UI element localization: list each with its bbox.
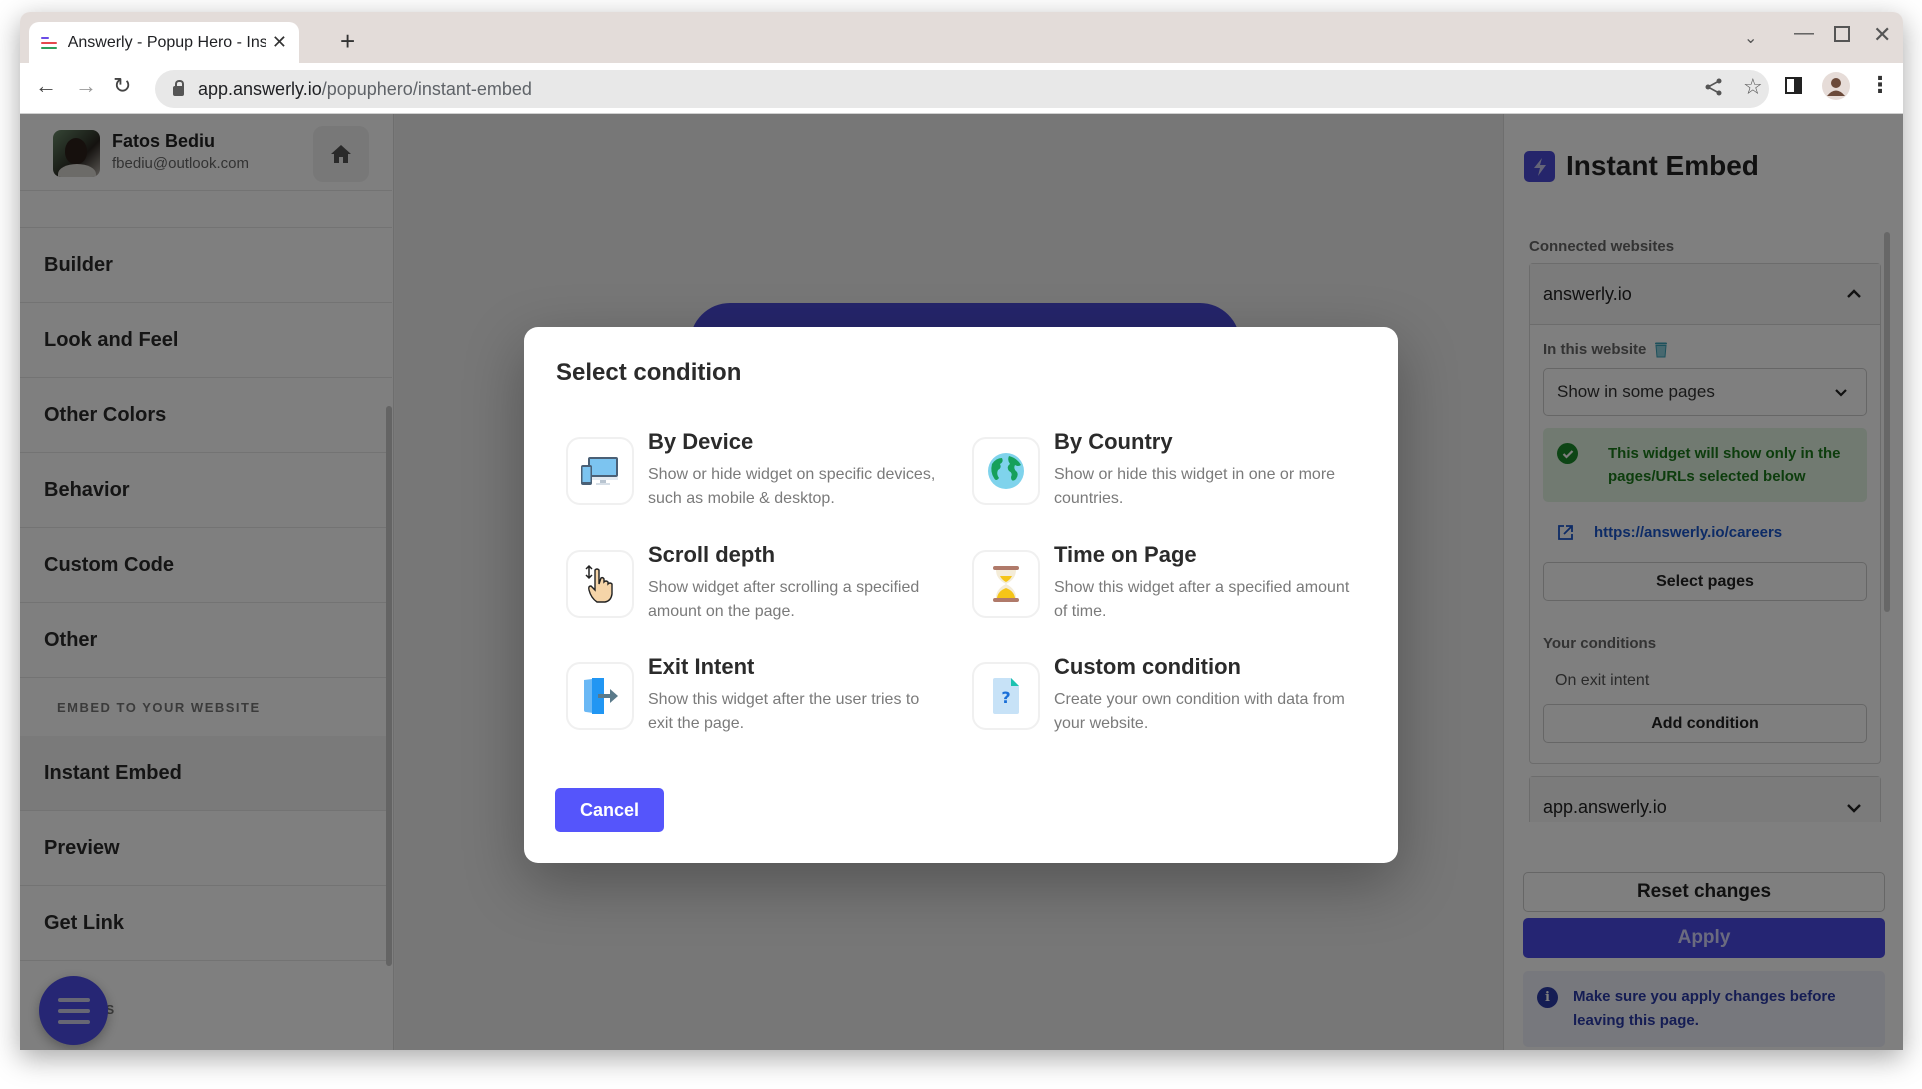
option-description: Create your own condition with data from… <box>1054 691 1345 732</box>
option-title: By Device <box>648 429 754 454</box>
url-text: app.answerly.io/popuphero/instant-embed <box>198 79 532 100</box>
condition-option-by-device[interactable]: By Device Show or hide widget on specifi… <box>554 429 954 519</box>
option-description: Show or hide widget on specific devices,… <box>648 466 936 507</box>
cancel-button[interactable]: Cancel <box>555 788 664 832</box>
hourglass-icon <box>972 550 1040 618</box>
answerly-favicon-icon <box>41 36 57 49</box>
option-description: Show or hide this widget in one or more … <box>1054 466 1336 507</box>
reload-icon[interactable]: ↻ <box>113 73 131 99</box>
scroll-hand-icon <box>566 550 634 618</box>
browser-window: Answerly - Popup Hero - Instant Embed ✕ … <box>20 12 1903 1050</box>
condition-option-time-on-page[interactable]: Time on Page Show this widget after a sp… <box>960 542 1360 632</box>
browser-menu-icon[interactable]: ⋮ <box>1869 72 1891 98</box>
devices-icon <box>566 437 634 505</box>
custom-doc-icon: ? <box>972 662 1040 730</box>
profile-avatar-icon[interactable] <box>1822 72 1850 100</box>
url-path: /popuphero/instant-embed <box>321 78 532 99</box>
condition-option-custom-condition[interactable]: ? Custom condition Create your own condi… <box>960 654 1360 744</box>
maximize-icon[interactable] <box>1834 26 1850 42</box>
bookmark-star-icon[interactable]: ☆ <box>1743 74 1763 100</box>
option-description: Show this widget after the user tries to… <box>648 691 920 732</box>
share-icon[interactable] <box>1705 78 1723 102</box>
option-title: Time on Page <box>1054 542 1197 567</box>
option-description: Show widget after scrolling a specified … <box>648 579 920 620</box>
condition-option-scroll-depth[interactable]: Scroll depth Show widget after scrolling… <box>554 542 954 632</box>
url-domain: app.answerly.io <box>198 78 322 99</box>
browser-toolbar: ← → ↻ app.answerly.io/popuphero/instant-… <box>20 63 1903 114</box>
minimize-icon[interactable]: — <box>1794 22 1814 45</box>
app-content: Fatos Bediu fbediu@outlook.com AI Conten… <box>20 114 1903 1050</box>
forward-icon[interactable]: → <box>75 73 97 99</box>
tab-title: Answerly - Popup Hero - Instant Embed <box>67 33 266 51</box>
select-condition-dialog: Select condition By Device Show or hide … <box>524 327 1398 863</box>
tab-strip: Answerly - Popup Hero - Instant Embed ✕ … <box>20 12 1903 63</box>
lock-icon <box>173 80 184 96</box>
condition-option-by-country[interactable]: By Country Show or hide this widget in o… <box>960 429 1360 519</box>
close-window-icon[interactable]: ✕ <box>1873 22 1891 48</box>
option-title: Scroll depth <box>648 542 776 567</box>
back-icon[interactable]: ← <box>35 73 57 99</box>
tab-search-chevron-icon[interactable]: ⌄ <box>1744 28 1757 48</box>
address-bar[interactable]: app.answerly.io/popuphero/instant-embed … <box>155 70 1769 108</box>
option-title: Exit Intent <box>648 654 755 679</box>
option-title: Custom condition <box>1054 654 1241 679</box>
close-tab-icon[interactable]: ✕ <box>272 32 287 53</box>
globe-icon <box>972 437 1040 505</box>
option-title: By Country <box>1054 429 1173 454</box>
new-tab-button[interactable]: + <box>340 26 355 57</box>
exit-door-icon <box>566 662 634 730</box>
dialog-title: Select condition <box>556 359 742 386</box>
condition-option-exit-intent[interactable]: Exit Intent Show this widget after the u… <box>554 654 954 744</box>
side-panel-icon[interactable] <box>1785 77 1802 94</box>
option-description: Show this widget after a specified amoun… <box>1054 579 1350 620</box>
browser-tab[interactable]: Answerly - Popup Hero - Instant Embed ✕ <box>29 22 299 63</box>
svg-text:?: ? <box>1001 688 1010 707</box>
